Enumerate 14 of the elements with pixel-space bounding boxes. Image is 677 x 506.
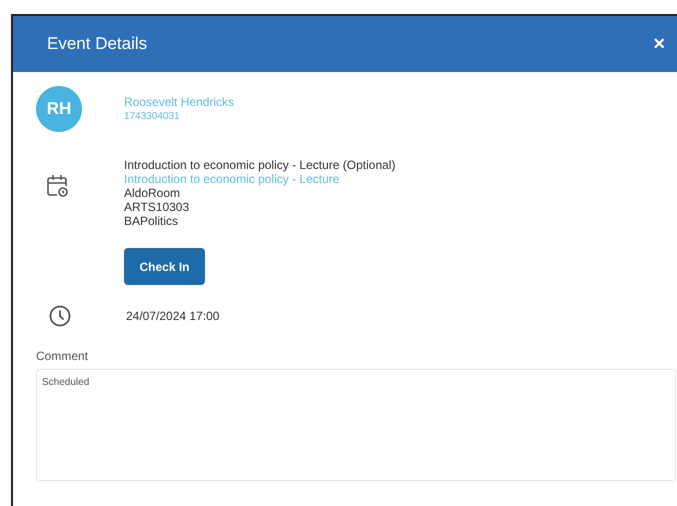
event-detail-text: Introduction to economic policy - Lecture (Optional) xyxy=(124,158,396,172)
event-detail-text: ARTS10303 xyxy=(124,200,190,214)
person-id: 1743304031 xyxy=(124,110,181,124)
calendar-icon xyxy=(47,174,69,198)
comment-label: Comment xyxy=(36,348,90,365)
clock-icon xyxy=(49,305,71,327)
event-detail-text: BAPolitics xyxy=(124,214,180,228)
event-datetime: 24/07/2024 17:00 xyxy=(126,308,220,325)
close-button[interactable]: × xyxy=(649,34,669,54)
dialog-title: Event Details xyxy=(47,33,148,56)
check-in-button[interactable]: Check In xyxy=(124,248,205,285)
comment-field[interactable]: Scheduled xyxy=(36,369,676,481)
avatar: RH xyxy=(36,86,82,132)
event-detail-text: AldoRoom xyxy=(124,186,182,200)
